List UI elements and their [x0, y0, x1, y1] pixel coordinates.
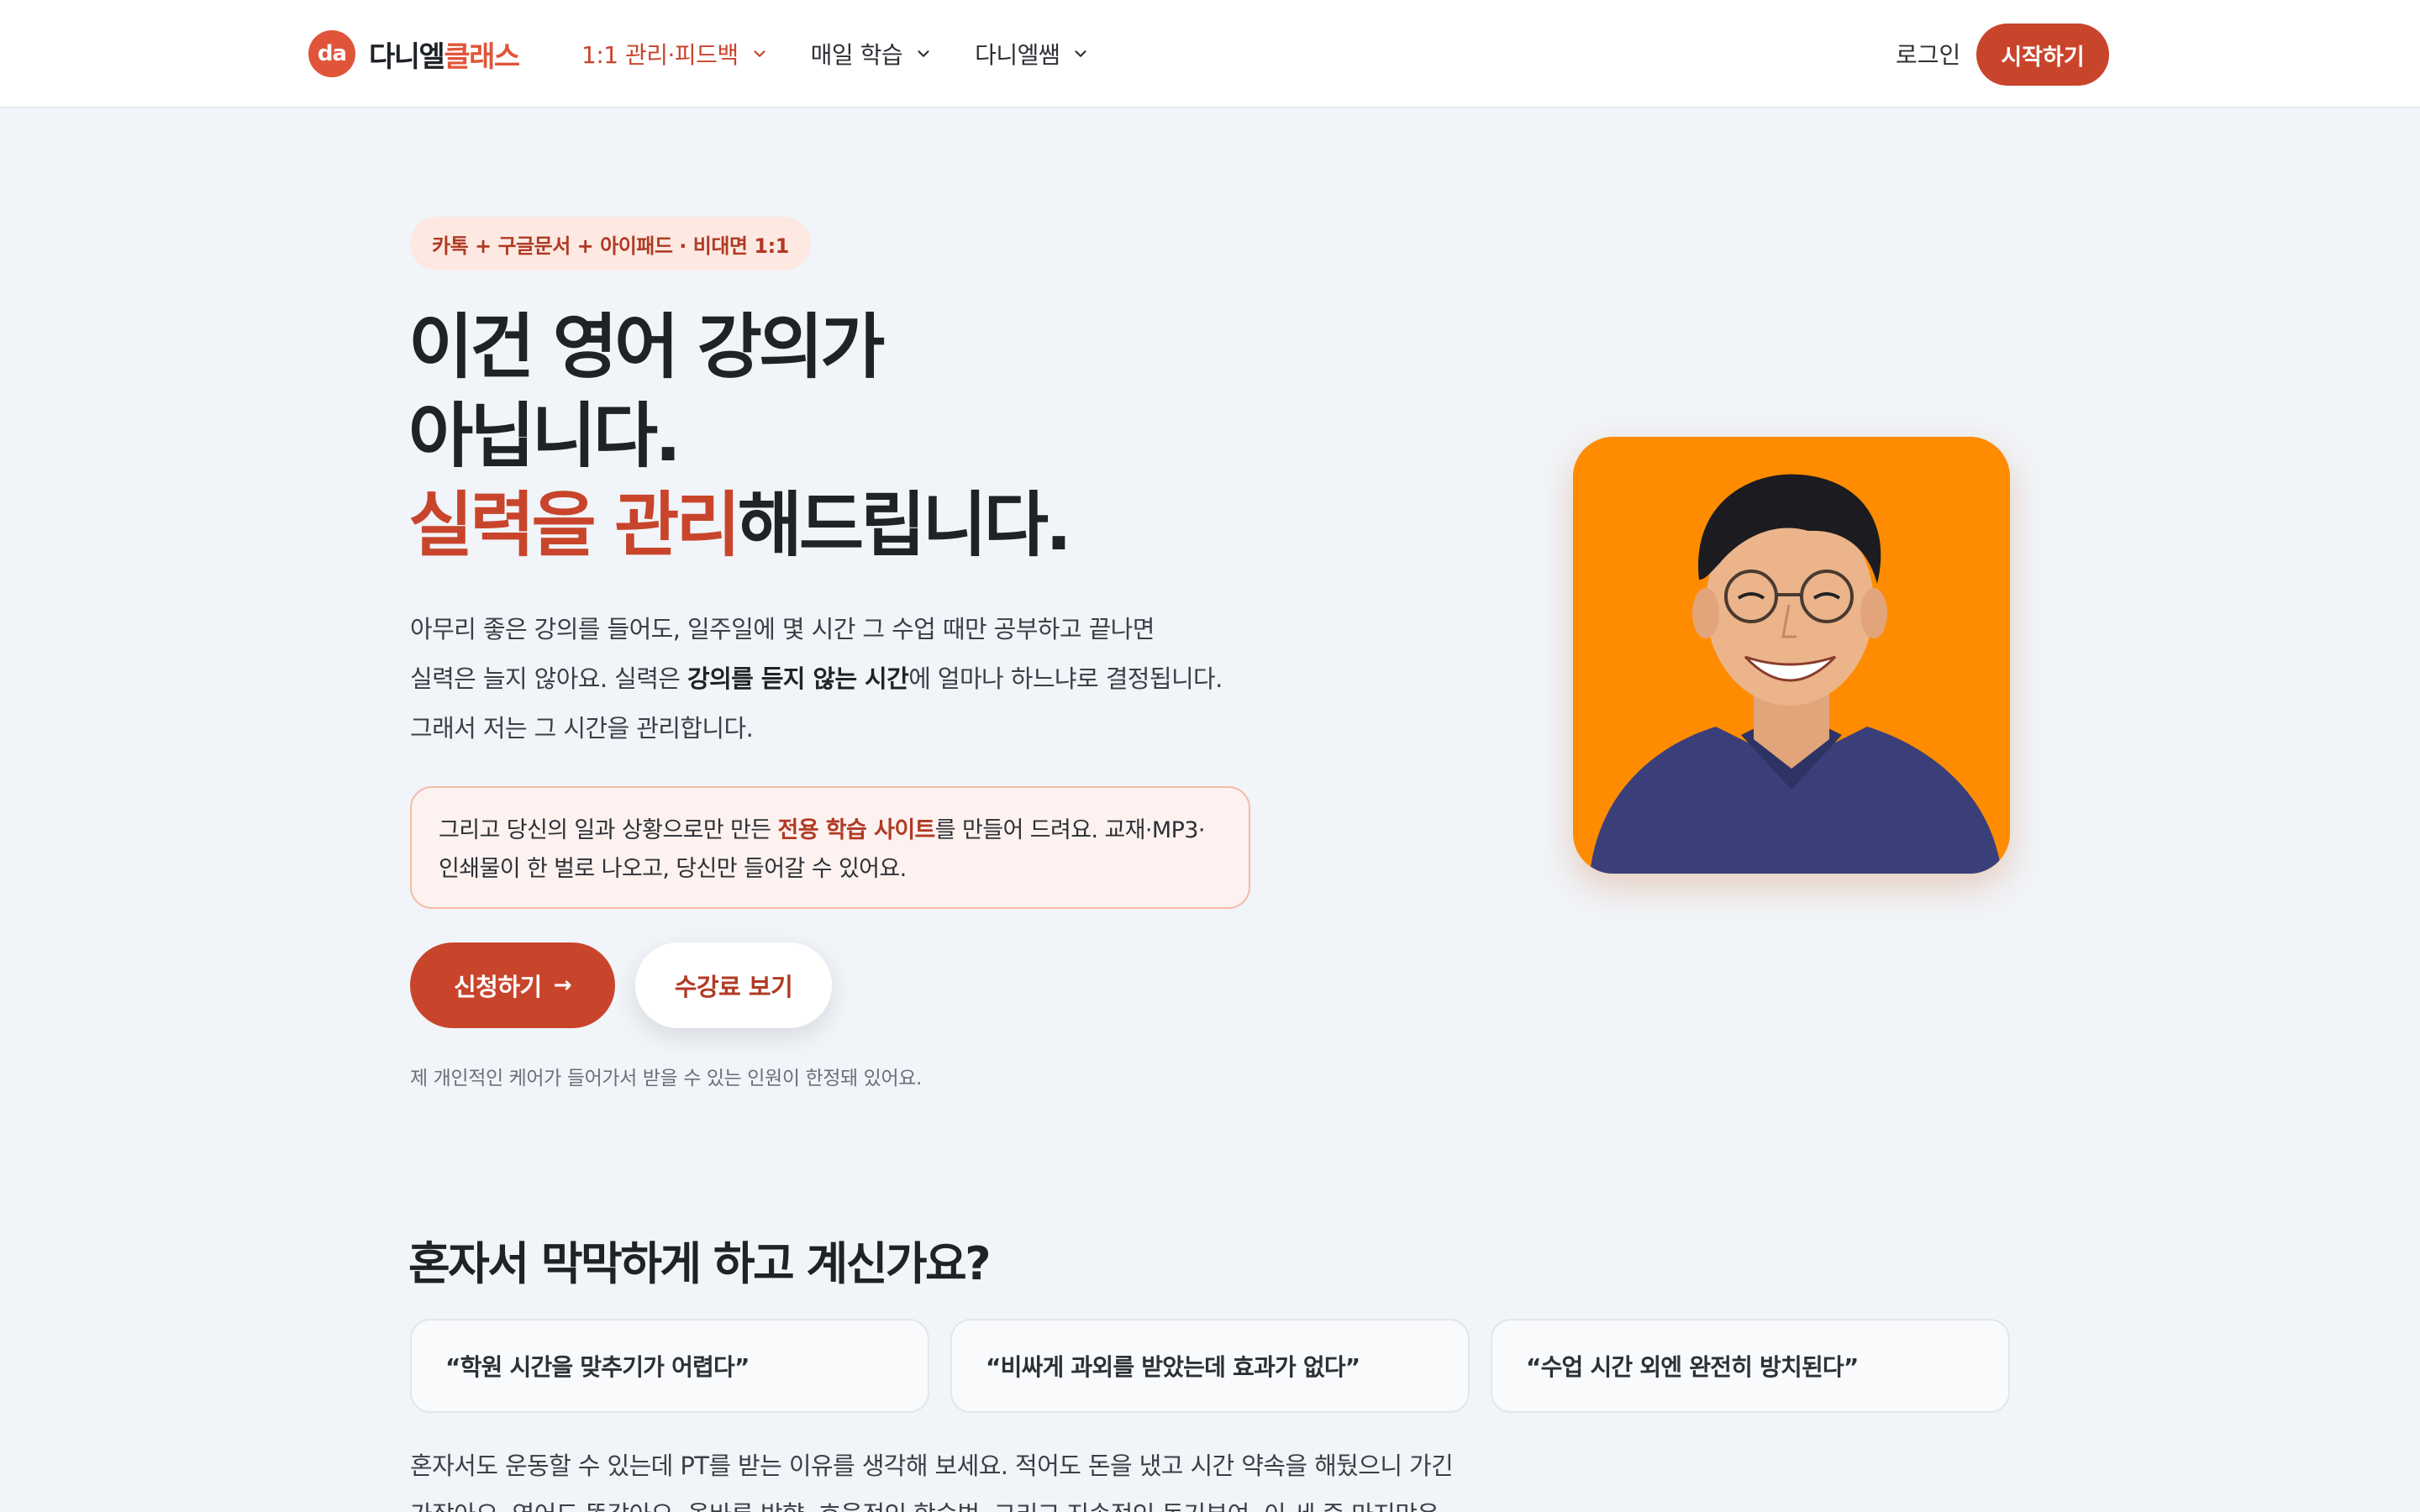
hero-title: 이건 영어 강의가 아닙니다. 실력을 관리해드립니다.	[408, 302, 1072, 570]
hero-description: 아무리 좋은 강의를 들어도, 일주일에 몇 시간 그 수업 때만 공부하고 끝…	[410, 605, 1334, 753]
hero-badge: 카톡 + 구글문서 + 아이패드 · 비대면 1:1	[410, 217, 811, 270]
note-text: 그리고 당신의 일과 상황으로만 만든	[439, 817, 778, 843]
hero-title-line3: 실력을 관리해드립니다.	[408, 480, 1072, 570]
desc-line: 아무리 좋은 강의를 들어도, 일주일에 몇 시간 그 수업 때만 공부하고 끝…	[410, 615, 1155, 643]
pain-point-card: “비싸게 과외를 받았는데 효과가 없다”	[950, 1319, 1470, 1413]
chevron-down-icon	[754, 50, 765, 57]
nav-item-daily-study[interactable]: 매일 학습	[811, 37, 933, 71]
arrow-right-icon: →	[553, 973, 572, 998]
desc-emphasis: 강의를 듣지 않는 시간	[687, 664, 909, 693]
chevron-down-icon	[1075, 50, 1086, 57]
logo-name-accent: 클래스	[444, 39, 520, 74]
note-line: 인쇄물이 한 벌로 나오고, 당신만 들어갈 수 있어요.	[439, 856, 907, 882]
logo-mark: da	[308, 30, 355, 77]
nav-item-label: 다니엘쌤	[975, 41, 1060, 69]
login-link[interactable]: 로그인	[1896, 37, 1960, 71]
main-nav: 1:1 관리·피드백 매일 학습 다니엘쌤	[581, 34, 1132, 74]
section-title: 혼자서 막막하게 하고 계신가요?	[408, 1237, 992, 1290]
pain-point-card: “학원 시간을 맞추기가 어렵다”	[410, 1319, 929, 1413]
note-line: 그리고 당신의 일과 상황으로만 만든 전용 학습 사이트를 만들어 드려요. …	[439, 811, 1222, 850]
apply-label: 신청하기	[453, 973, 542, 1001]
nav-item-teacher[interactable]: 다니엘쌤	[975, 37, 1090, 71]
hero-title-line1: 이건 영어 강의가	[408, 306, 885, 388]
desc-text: 에 얼마나 하느냐로 결정됩니다.	[908, 664, 1223, 693]
site-header: da 다니엘클래스 1:1 관리·피드백 매일 학습 다니엘쌤 로그인 시작하기	[0, 0, 2420, 108]
nav-item-label: 매일 학습	[810, 41, 903, 69]
body-line: 혼자서도 운동할 수 있는데 PT를 받는 이유를 생각해 보세요. 적어도 돈…	[410, 1452, 1454, 1480]
capacity-note: 제 개인적인 케어가 들어가서 받을 수 있는 인원이 한정돼 있어요.	[410, 1068, 922, 1089]
nav-item-management[interactable]: 1:1 관리·피드백	[581, 37, 769, 71]
note-emphasis: 전용 학습 사이트	[777, 817, 936, 843]
chevron-down-icon	[918, 50, 929, 57]
desc-line: 실력은 늘지 않아요. 실력은 강의를 듣지 않는 시간에 얼마나 하느냐로 결…	[410, 654, 1334, 704]
teacher-photo	[1573, 437, 2010, 874]
hero-title-highlight: 실력을 관리	[408, 484, 741, 566]
teacher-portrait	[1573, 437, 2010, 874]
section-body: 혼자서도 운동할 수 있는데 PT를 받는 이유를 생각해 보세요. 적어도 돈…	[410, 1441, 1855, 1512]
hero-title-rest: 해드립니다.	[737, 484, 1072, 566]
logo-name-main: 다니엘	[369, 39, 445, 74]
view-fee-button[interactable]: 수강료 보기	[635, 942, 832, 1028]
desc-text: 실력은 늘지 않아요. 실력은	[410, 664, 687, 693]
pain-point-card: “수업 시간 외엔 완전히 방치된다”	[1491, 1319, 2010, 1413]
desc-line: 그래서 저는 그 시간을 관리합니다.	[410, 714, 754, 743]
logo-text: 다니엘클래스	[369, 34, 520, 75]
start-button[interactable]: 시작하기	[1976, 24, 2109, 86]
note-text: 를 만들어 드려요. 교재·MP3·	[934, 817, 1206, 843]
body-line: 가잖아요. 영어도 똑같아요. 올바른 방향, 효율적인 학습법, 그리고 지속…	[410, 1490, 1855, 1512]
apply-button[interactable]: 신청하기 →	[410, 942, 615, 1028]
nav-item-label: 1:1 관리·피드백	[581, 41, 739, 69]
logo[interactable]: da 다니엘클래스	[308, 30, 520, 77]
hero-title-line2: 아닙니다.	[408, 395, 681, 477]
site-note-box: 그리고 당신의 일과 상황으로만 만든 전용 학습 사이트를 만들어 드려요. …	[410, 786, 1250, 909]
